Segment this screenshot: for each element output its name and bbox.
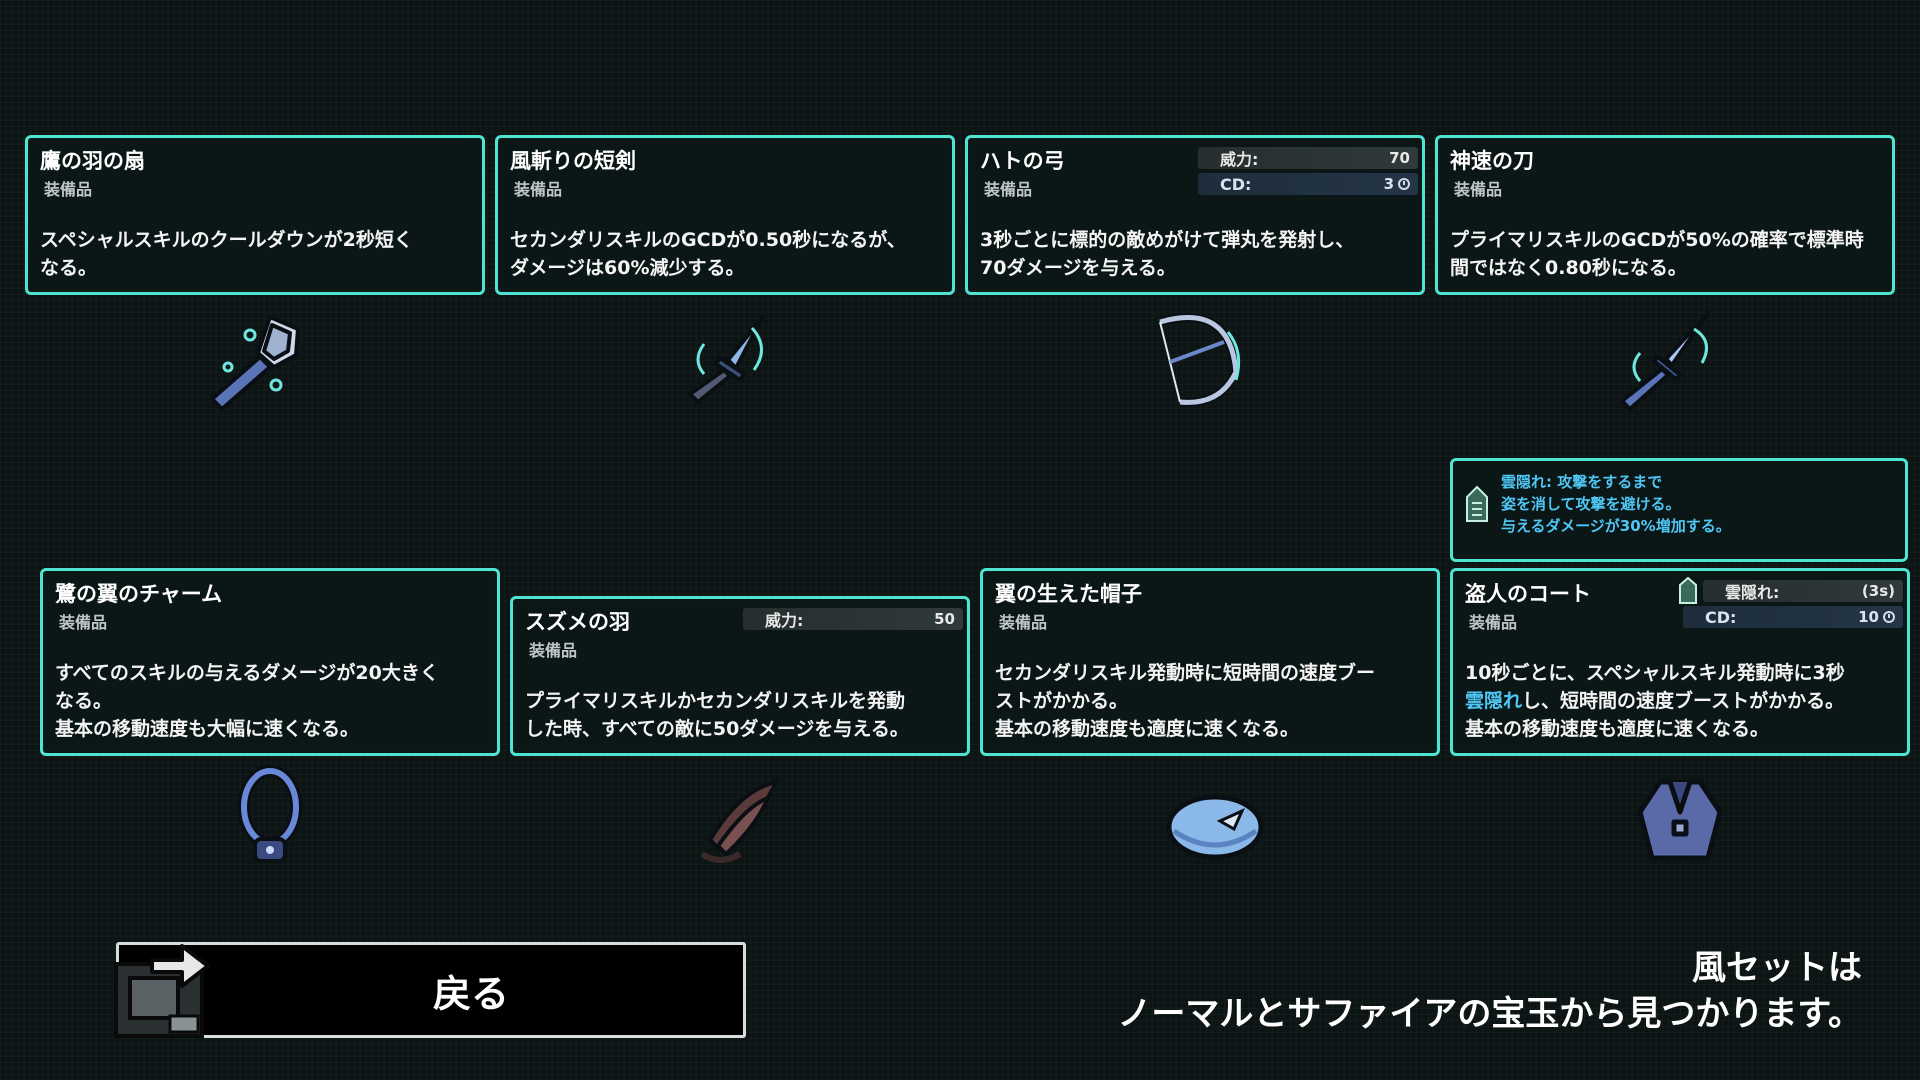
status-label: 雲隠れ: xyxy=(1725,583,1780,602)
item-description: セカンダリスキル発動時に短時間の速度ブー ストがかかる。 基本の移動速度も適度に… xyxy=(995,662,1376,740)
item-card-sparrow-feather[interactable]: スズメの羽 装備品 威力: 50 プライマリスキルかセカンダリスキルを発動 した… xyxy=(510,596,970,756)
power-value: 50 xyxy=(934,610,955,628)
item-type: 装備品 xyxy=(44,180,93,199)
item-type: 装備品 xyxy=(59,613,108,632)
winged-hat-icon xyxy=(1166,794,1264,860)
item-type: 装備品 xyxy=(529,641,578,660)
power-label: 威力: xyxy=(1220,150,1259,169)
item-description: セカンダリスキルのGCDが0.50秒になるが、 ダメージは60%減少する。 xyxy=(510,229,906,279)
cloak-status-icon xyxy=(1679,577,1697,604)
item-card-dove-bow[interactable]: ハトの弓 装備品 威力: 70 CD: 3 3秒ごとに標的の敵めがけて弾丸を発射… xyxy=(965,135,1425,295)
power-stat: 威力: 70 xyxy=(1198,147,1418,169)
item-description: プライマリスキルかセカンダリスキルを発動 した時、すべての敵に50ダメージを与え… xyxy=(525,690,909,740)
cooldown-label: CD: xyxy=(1705,607,1737,627)
status-duration: (3s) xyxy=(1861,582,1895,600)
tooltip-text: 雲隠れ: 攻撃をするまで 姿を消して攻撃を避ける。 与えるダメージが30%増加す… xyxy=(1501,473,1731,535)
item-type: 装備品 xyxy=(1454,180,1503,199)
set-location-note: 風セットは ノーマルとサファイアの宝玉から見つかります。 xyxy=(1117,945,1862,1037)
cloud-hide-tooltip: 雲隠れ: 攻撃をするまで 姿を消して攻撃を避ける。 与えるダメージが30%増加す… xyxy=(1450,458,1908,562)
item-card-hawk-feather-fan[interactable]: 鷹の羽の扇 装備品 スペシャルスキルのクールダウンが2秒短く なる。 xyxy=(25,135,485,295)
item-type: 装備品 xyxy=(999,613,1048,632)
cooldown-label: CD: xyxy=(1220,174,1252,194)
power-value: 70 xyxy=(1389,149,1410,167)
cooldown-value: 3 xyxy=(1383,175,1394,193)
exit-arrow-icon xyxy=(114,944,210,1038)
clock-icon xyxy=(1883,611,1895,623)
item-card-wind-dagger[interactable]: 風斬りの短剣 装備品 セカンダリスキルのGCDが0.50秒になるが、 ダメージは… xyxy=(495,135,955,295)
cloak-status-icon xyxy=(1466,485,1488,522)
cloud-hide-stat: 雲隠れ: (3s) xyxy=(1703,580,1903,602)
item-name: 翼の生えた帽子 xyxy=(995,582,1142,606)
cooldown-stat: CD: 10 xyxy=(1683,606,1903,628)
item-card-heron-wing-charm[interactable]: 鷺の翼のチャーム 装備品 すべてのスキルの与えるダメージが20大きく なる。 基… xyxy=(40,568,500,756)
power-label: 威力: xyxy=(765,611,804,630)
charm-icon xyxy=(238,765,302,863)
item-description: 10秒ごとに、スペシャルスキル発動時に3秒 雲隠れし、短時間の速度ブーストがかか… xyxy=(1465,662,1845,740)
set-location-line2: ノーマルとサファイアの宝玉から見つかります。 xyxy=(1117,994,1862,1034)
item-name: 神速の刀 xyxy=(1450,149,1534,173)
item-description: プライマリスキルのGCDが50%の確率で標準時 間ではなく0.80秒になる。 xyxy=(1450,229,1864,279)
sword-icon xyxy=(1620,311,1710,411)
set-location-line1: 風セットは xyxy=(1692,948,1862,988)
coat-icon xyxy=(1637,779,1723,861)
cooldown-value: 10 xyxy=(1858,608,1879,626)
dagger-icon xyxy=(688,316,764,404)
item-card-winged-hat[interactable]: 翼の生えた帽子 装備品 セカンダリスキル発動時に短時間の速度ブー ストがかかる。… xyxy=(980,568,1440,756)
item-description: すべてのスキルの与えるダメージが20大きく なる。 基本の移動速度も大幅に速くな… xyxy=(55,662,439,740)
item-description: スペシャルスキルのクールダウンが2秒短く なる。 xyxy=(40,229,413,279)
power-stat: 威力: 50 xyxy=(743,608,963,630)
item-type: 装備品 xyxy=(514,180,563,199)
item-card-swift-blade[interactable]: 神速の刀 装備品 プライマリスキルのGCDが50%の確率で標準時 間ではなく0.… xyxy=(1435,135,1895,295)
item-name: 鷺の翼のチャーム xyxy=(55,582,223,606)
item-description: 3秒ごとに標的の敵めがけて弾丸を発射し、 70ダメージを与える。 xyxy=(980,229,1355,279)
sparrow-feather-icon xyxy=(700,780,778,863)
item-name: 鷹の羽の扇 xyxy=(40,149,145,173)
clock-icon xyxy=(1398,178,1410,190)
item-name: 風斬りの短剣 xyxy=(510,149,636,173)
cooldown-stat: CD: 3 xyxy=(1198,173,1418,195)
cloud-hide-keyword[interactable]: 雲隠れ xyxy=(1465,690,1522,712)
bow-icon xyxy=(1158,313,1241,407)
item-card-thief-coat[interactable]: 盗人のコート 装備品 雲隠れ: (3s) CD: 10 10秒ごとに、スペシャル… xyxy=(1450,568,1910,756)
feather-fan-icon xyxy=(210,315,300,411)
